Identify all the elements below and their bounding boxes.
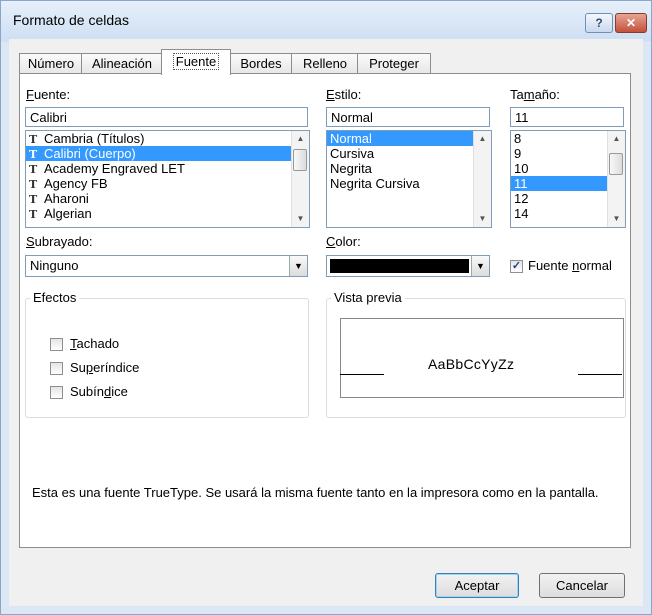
- ok-button[interactable]: Aceptar: [435, 573, 519, 598]
- dialog-client: Número Alineación Fuente Bordes Relleno …: [9, 39, 643, 606]
- list-item-label: Normal: [330, 131, 372, 146]
- close-button[interactable]: ✕: [615, 13, 647, 33]
- list-item-label: Calibri (Cuerpo): [44, 146, 136, 161]
- list-item-label: Cambria (Títulos): [44, 131, 145, 146]
- list-item-label: Negrita Cursiva: [330, 176, 420, 191]
- scroll-down-icon[interactable]: ▼: [474, 211, 491, 227]
- format-cells-dialog: Formato de celdas ? ✕ Número Alineación …: [0, 0, 652, 615]
- size-label: Tamaño:: [510, 87, 560, 102]
- scroll-thumb[interactable]: [293, 149, 307, 171]
- truetype-icon: T: [29, 178, 38, 191]
- cancel-button[interactable]: Cancelar: [539, 573, 625, 598]
- effects-group: [25, 298, 309, 418]
- font-input[interactable]: Calibri: [25, 107, 308, 127]
- scroll-up-icon[interactable]: ▲: [474, 131, 491, 147]
- effect-label[interactable]: Superíndice: [70, 360, 139, 375]
- normal-font-checkbox[interactable]: ✓: [510, 260, 523, 273]
- color-select[interactable]: ▼: [326, 255, 490, 277]
- style-label: Estilo:: [326, 87, 362, 102]
- size-list-scrollbar[interactable]: ▲ ▼: [607, 131, 625, 227]
- scroll-up-icon[interactable]: ▲: [292, 131, 309, 147]
- style-list-scrollbar[interactable]: ▲ ▼: [473, 131, 491, 227]
- preview-title: Vista previa: [331, 290, 405, 305]
- chevron-down-icon[interactable]: ▼: [471, 256, 489, 276]
- window-title: Formato de celdas: [13, 12, 129, 28]
- list-item-label: 12: [514, 191, 529, 206]
- font-tab-panel: Fuente: Calibri T Cambria (Títulos) T Calib…: [19, 73, 631, 548]
- effects-title: Efectos: [30, 290, 80, 305]
- size-input[interactable]: 11: [510, 107, 624, 127]
- tab-numero[interactable]: Número: [19, 53, 83, 74]
- font-label: Fuente:: [26, 87, 71, 102]
- font-list-scrollbar[interactable]: ▲ ▼: [291, 131, 309, 227]
- list-item[interactable]: T Academy Engraved LET: [26, 161, 309, 176]
- list-item-label: 9: [514, 146, 522, 161]
- list-item-label: Agency FB: [44, 176, 108, 191]
- preview-sample: AaBbCcYyZz: [428, 356, 515, 372]
- list-item[interactable]: T Calibri (Cuerpo): [26, 146, 309, 161]
- list-item[interactable]: T Cambria (Títulos): [26, 131, 309, 146]
- list-item[interactable]: Normal: [327, 131, 491, 146]
- color-label: Color:: [326, 234, 361, 249]
- chevron-down-icon[interactable]: ▼: [289, 256, 307, 276]
- effect-checkbox[interactable]: [50, 362, 63, 375]
- truetype-icon: T: [29, 133, 38, 146]
- truetype-icon: T: [29, 148, 38, 161]
- list-item-label: 11: [514, 176, 528, 191]
- font-info-text: Esta es una fuente TrueType. Se usará la…: [32, 485, 599, 500]
- truetype-icon: T: [29, 163, 38, 176]
- tab-proteger[interactable]: Proteger: [357, 53, 431, 74]
- underline-select[interactable]: Ninguno ▼: [25, 255, 308, 277]
- size-list[interactable]: 8 9 10 11 12 14 ▲ ▼: [510, 130, 626, 228]
- list-item-label: Negrita: [330, 161, 372, 176]
- list-item[interactable]: T Algerian: [26, 206, 309, 221]
- truetype-icon: T: [29, 193, 38, 206]
- list-item[interactable]: Cursiva: [327, 146, 491, 161]
- list-item-label: 10: [514, 161, 529, 176]
- effect-label[interactable]: Tachado: [70, 336, 119, 351]
- list-item[interactable]: T Aharoni: [26, 191, 309, 206]
- list-item-label: 8: [514, 131, 522, 146]
- preview-baseline-left: [340, 374, 384, 375]
- tab-fuente-label: Fuente: [172, 53, 220, 70]
- list-item-label: Algerian: [44, 206, 92, 221]
- list-item-label: Aharoni: [44, 191, 89, 206]
- scroll-thumb[interactable]: [609, 153, 623, 175]
- effect-label[interactable]: Subíndice: [70, 384, 128, 399]
- tab-relleno[interactable]: Relleno: [291, 53, 359, 74]
- list-item[interactable]: T Agency FB: [26, 176, 309, 191]
- list-item-label: Academy Engraved LET: [44, 161, 185, 176]
- effect-checkbox[interactable]: [50, 386, 63, 399]
- truetype-icon: T: [29, 208, 38, 221]
- title-bar[interactable]: Formato de celdas ? ✕: [1, 1, 651, 39]
- underline-label: Subrayado:: [26, 234, 93, 249]
- list-item-label: Cursiva: [330, 146, 375, 161]
- normal-font-label[interactable]: Fuente normal: [528, 258, 612, 273]
- color-swatch: [330, 259, 469, 273]
- list-item[interactable]: Negrita Cursiva: [327, 176, 491, 191]
- preview-baseline-right: [578, 374, 622, 375]
- list-item-label: 14: [514, 206, 529, 221]
- style-list[interactable]: Normal Cursiva Negrita Negrita Cursiva ▲ ▼: [326, 130, 492, 228]
- font-list[interactable]: T Cambria (Títulos) T Calibri (Cuerpo) T Acad…: [25, 130, 310, 228]
- tab-alineacion[interactable]: Alineación: [81, 53, 163, 74]
- tab-fuente[interactable]: Fuente: [161, 49, 231, 75]
- effect-checkbox[interactable]: [50, 338, 63, 351]
- style-input[interactable]: Normal: [326, 107, 490, 127]
- tab-bordes[interactable]: Bordes: [229, 53, 293, 74]
- scroll-down-icon[interactable]: ▼: [292, 211, 309, 227]
- scroll-up-icon[interactable]: ▲: [608, 131, 625, 147]
- list-item[interactable]: Negrita: [327, 161, 491, 176]
- scroll-down-icon[interactable]: ▼: [608, 211, 625, 227]
- help-button[interactable]: ?: [585, 13, 613, 33]
- underline-value: Ninguno: [30, 258, 79, 273]
